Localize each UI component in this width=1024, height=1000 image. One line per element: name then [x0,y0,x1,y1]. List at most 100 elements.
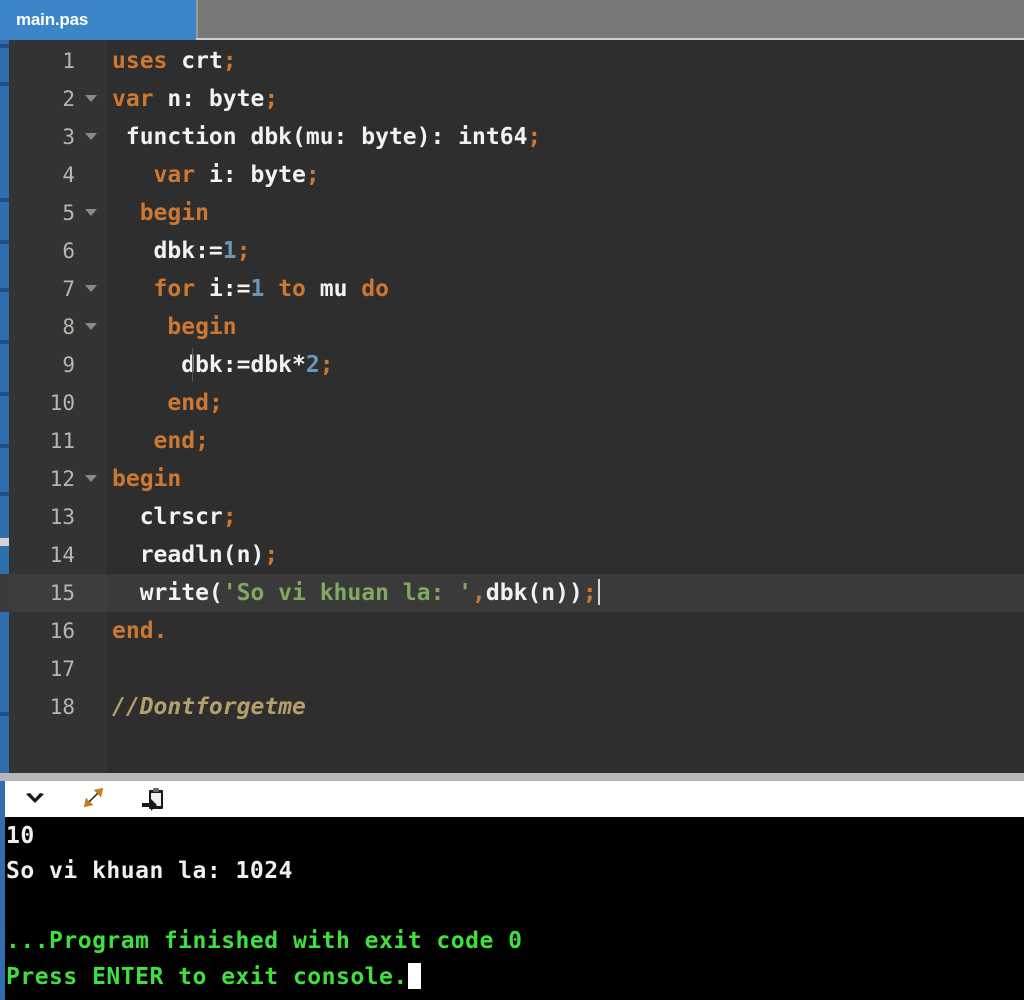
panel-divider [0,773,1024,781]
line-number: 14 [9,536,107,574]
line-number: 4 [9,156,107,194]
line-number: 18 [9,688,107,726]
code-token: i:= [195,276,251,302]
copy-output-button[interactable] [136,785,170,813]
fold-arrow-icon[interactable] [85,209,97,216]
console-output-panel[interactable]: 10 So vi khuan la: 1024 ...Program finishe… [0,817,1024,1000]
indent-guide [192,348,193,382]
tab-label: main.pas [16,10,89,29]
line-number: 10 [9,384,107,422]
expand-diagonal-icon [84,788,103,807]
code-line-text: begin [112,460,181,498]
code-line[interactable]: 5 begin [0,194,1024,232]
code-line[interactable]: 8 begin [0,308,1024,346]
code-token: 1 [222,238,237,264]
code-token: end [153,428,196,454]
code-line[interactable]: 7 for i:=1 to mu do [0,270,1024,308]
code-line-text: end; [112,384,223,422]
code-token: dbk:=dbk* [112,352,306,378]
console-toolbar [0,781,1024,817]
code-playground-window: main.pas 1 uses crt; 2 var n: byte; 3 functi… [0,0,1024,1000]
line-number: 12 [9,460,107,498]
code-line-text: function dbk(mu: byte): int64; [112,118,541,156]
fold-arrow-icon[interactable] [85,475,97,482]
code-token: begin [139,200,209,226]
code-line-text: var n: byte; [112,80,278,118]
code-token: ; [236,238,251,264]
code-token: to [278,276,306,302]
code-line[interactable]: 13 clrscr; [0,498,1024,536]
code-line[interactable]: 15 write('So vi khuan la: ',dbk(n)); [0,574,1024,612]
code-line-text: readln(n); [112,536,279,574]
code-token: readln(n) [112,542,265,568]
console-line: So vi khuan la: 1024 [6,858,293,884]
code-line[interactable]: 18//Dontforgetme [0,688,1024,726]
code-token: ; [222,504,237,530]
code-line-text: dbk:=1; [112,232,251,270]
code-line[interactable]: 1 uses crt; [0,42,1024,80]
fold-arrow-icon[interactable] [85,323,97,330]
code-token: ; [208,390,223,416]
line-number: 16 [9,612,107,650]
collapse-console-button[interactable] [18,785,52,813]
code-line[interactable]: 2 var n: byte; [0,80,1024,118]
code-line-text: for i:=1 to mu do [112,270,389,308]
code-line[interactable]: 10 end; [0,384,1024,422]
code-line[interactable]: 12 begin [0,460,1024,498]
code-token: mu [305,276,362,302]
console-line: 10 [6,823,35,849]
code-token: do [361,276,389,302]
code-token: var [153,162,196,188]
code-token: //Dontforgetme [112,694,306,720]
code-line[interactable]: 11 end; [0,422,1024,460]
code-line[interactable]: 16 end. [0,612,1024,650]
fold-arrow-icon[interactable] [85,95,97,102]
code-token: 1 [250,276,265,302]
line-number: 15 [9,574,107,612]
code-token: ; [582,580,597,606]
code-line-text: end; [112,422,209,460]
code-line[interactable]: 17 [0,650,1024,688]
code-token: write( [112,580,223,606]
expand-console-button[interactable] [76,785,110,813]
code-line[interactable]: 9 dbk:=dbk*2; [0,346,1024,384]
code-line-text: begin [112,194,209,232]
code-token: var [112,86,154,112]
code-line-text: end. [112,612,167,650]
code-editor[interactable]: 1 uses crt; 2 var n: byte; 3 function dbk(mu… [0,40,1024,773]
fold-arrow-icon[interactable] [85,133,97,140]
code-token: 'So vi khuan la: ' [222,580,473,606]
code-token: dbk(n)) [485,580,583,606]
code-line-text: write('So vi khuan la: ',dbk(n)); [112,574,600,612]
code-token: function dbk(mu: byte): int64 [112,124,528,150]
code-token: ; [264,86,279,112]
code-token: end [112,618,154,644]
line-number: 2 [9,80,107,118]
tab-main-pas[interactable]: main.pas [0,0,196,40]
code-line[interactable]: 6 dbk:=1; [0,232,1024,270]
code-token: begin [112,466,182,492]
code-line[interactable]: 14 readln(n); [0,536,1024,574]
code-token: ; [527,124,542,150]
code-token: ; [305,162,320,188]
line-number: 8 [9,308,107,346]
console-block-cursor [407,963,421,989]
code-line[interactable]: 3 function dbk(mu: byte): int64; [0,118,1024,156]
code-token: 2 [305,352,320,378]
toolbar-accent-rail [0,781,5,817]
line-number: 17 [9,650,107,688]
code-token: for [153,276,196,302]
line-number: 11 [9,422,107,460]
line-number: 1 [9,42,107,80]
code-line[interactable]: 4 var i: byte; [0,156,1024,194]
code-token: n: byte [153,86,265,112]
line-number: 13 [9,498,107,536]
code-token: uses [112,48,168,74]
line-number: 3 [9,118,107,156]
fold-arrow-icon[interactable] [85,285,97,292]
code-token: end [167,390,209,416]
chevron-down-icon [26,793,44,803]
